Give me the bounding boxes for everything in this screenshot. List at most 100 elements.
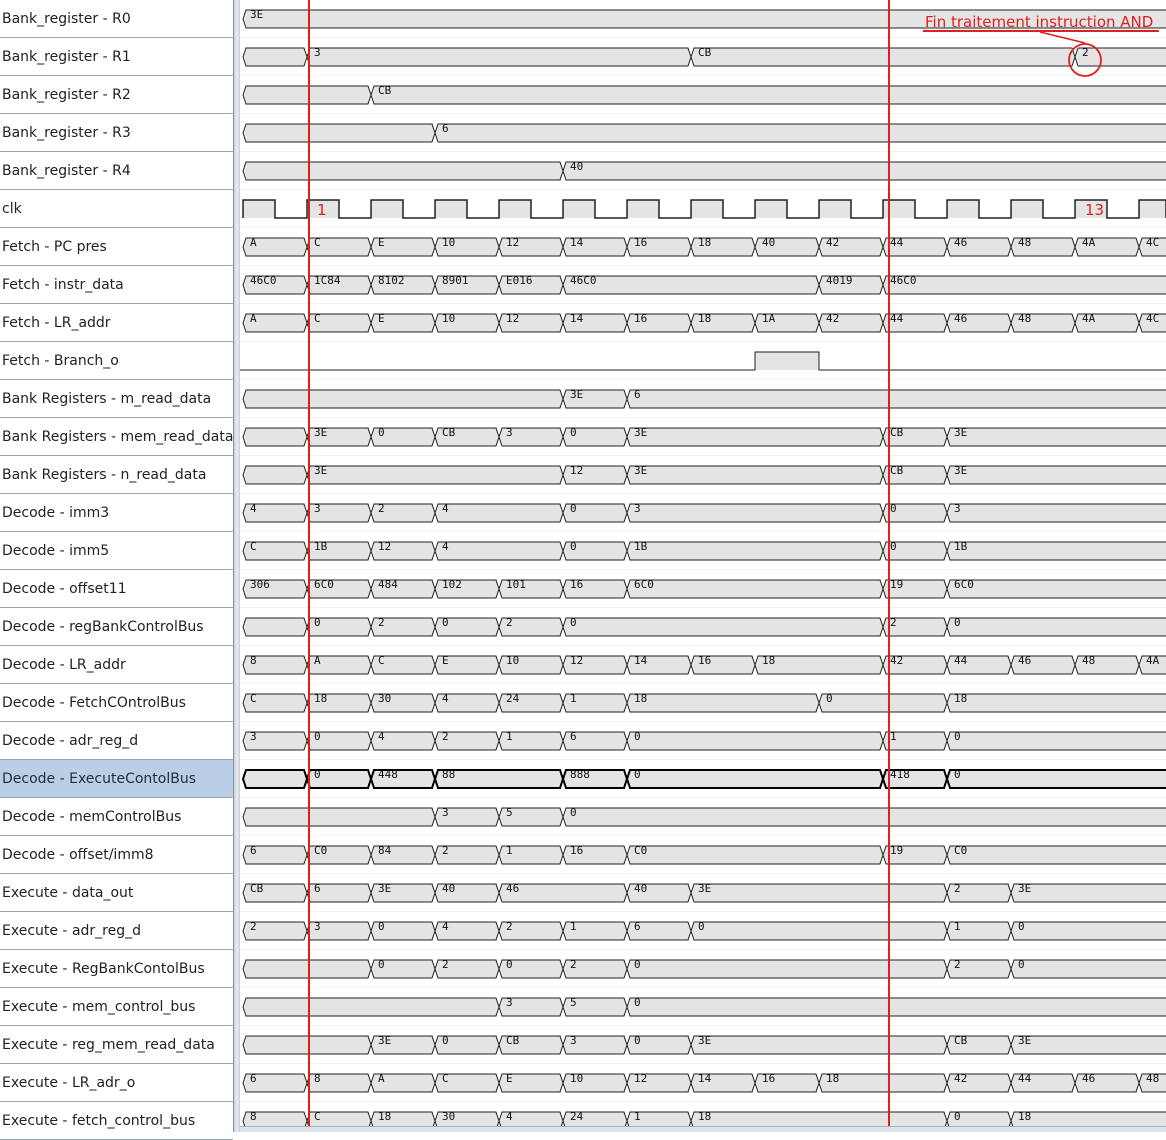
bus-value: CB <box>698 46 712 59</box>
bus-value: 3 <box>506 426 513 439</box>
signal-name[interactable]: Decode - offset11 <box>0 570 233 608</box>
waveform: 0 2 0 2 0 2 0 <box>242 616 1166 637</box>
signal-name[interactable]: Execute - mem_control_bus <box>0 988 233 1026</box>
signal-name[interactable]: Fetch - PC pres <box>0 228 233 266</box>
waveform <box>240 351 1166 371</box>
bus-segment <box>626 389 1166 409</box>
bus-value: 1 <box>570 692 577 705</box>
bus-value: 4 <box>442 502 449 515</box>
bus-value: 3E <box>634 464 647 477</box>
bus-value: 10 <box>442 236 455 249</box>
signal-name[interactable]: Decode - FetchCOntrolBus <box>0 684 233 722</box>
bus-value: 0 <box>506 958 513 971</box>
signal-name[interactable]: Fetch - Branch_o <box>0 342 233 380</box>
bus-value: A <box>314 654 321 667</box>
bus-value: 3 <box>506 996 513 1009</box>
signal-name[interactable]: Fetch - instr_data <box>0 266 233 304</box>
signal-name[interactable]: Decode - adr_reg_d <box>0 722 233 760</box>
waveform: 40 <box>242 160 1166 181</box>
signal-name[interactable]: Fetch - LR_addr <box>0 304 233 342</box>
bus-value: 4A <box>1082 312 1096 325</box>
bus-value: E <box>506 1072 513 1085</box>
signal-name[interactable]: Decode - offset/imm8 <box>0 836 233 874</box>
bus-segment <box>626 959 948 979</box>
signal-name[interactable]: Bank_register - R0 <box>0 0 233 38</box>
bus-value: 0 <box>314 616 321 629</box>
bus-value: 18 <box>698 1110 711 1123</box>
bus-value: 48 <box>1082 654 1095 667</box>
signal-name[interactable]: Bank Registers - mem_read_data <box>0 418 233 456</box>
bus-value: 0 <box>570 806 577 819</box>
bus-value: 4C <box>1146 236 1159 249</box>
bus-value: 3E <box>954 426 967 439</box>
bus-value: 6 <box>250 1072 257 1085</box>
waveform: 3E 0 CB 3 0 3E CB 3E <box>242 1034 1166 1055</box>
signal-name[interactable]: Bank_register - R3 <box>0 114 233 152</box>
bus-value: 4 <box>506 1110 513 1123</box>
waveform-view: 3E3 CB 2CB6401 13A C E 10 12 14 16 18 40 42 44 46 48 4A 4… <box>240 0 1166 1126</box>
bus-segment <box>1074 47 1166 67</box>
bus-segment <box>434 541 564 561</box>
signal-name[interactable]: Execute - adr_reg_d <box>0 912 233 950</box>
signal-name[interactable]: Execute - RegBankContolBus <box>0 950 233 988</box>
bus-value: 2 <box>506 616 513 629</box>
cycle-label: 1 <box>317 201 327 219</box>
clock-high-phase <box>691 200 723 218</box>
bus-value: 0 <box>634 768 641 781</box>
signal-name[interactable]: Bank_register - R4 <box>0 152 233 190</box>
waveform: 3 5 0 <box>242 806 1166 827</box>
bus-value: 0 <box>954 1110 961 1123</box>
bit-high-phase <box>755 352 819 370</box>
signal-name[interactable]: Decode - memControlBus <box>0 798 233 836</box>
bus-value: 4A <box>1082 236 1096 249</box>
bus-value: 0 <box>314 730 321 743</box>
signal-name[interactable]: Bank Registers - m_read_data <box>0 380 233 418</box>
signal-name[interactable]: Decode - imm5 <box>0 532 233 570</box>
bus-segment <box>690 1111 948 1126</box>
bus-value: 0 <box>314 768 321 781</box>
bus-value: 3E <box>698 882 711 895</box>
bus-value: 3 <box>634 502 641 515</box>
bus-value: 24 <box>570 1110 584 1123</box>
bus-value: 6 <box>314 882 321 895</box>
bus-segment <box>626 579 884 599</box>
signal-name[interactable]: Execute - reg_mem_read_data <box>0 1026 233 1064</box>
bus-value: 2 <box>570 958 577 971</box>
bus-value: 5 <box>570 996 577 1009</box>
bus-segment <box>434 123 1166 143</box>
bus-value: 2 <box>378 502 385 515</box>
bus-value: 10 <box>506 654 519 667</box>
bus-value: 0 <box>378 958 385 971</box>
bus-value: 1B <box>634 540 648 553</box>
signal-name[interactable]: Execute - data_out <box>0 874 233 912</box>
bus-value: 42 <box>890 654 903 667</box>
bus-value: C <box>314 312 321 325</box>
waveform: 46C0 1C84 8102 8901 E016 46C0 4019 46C0 <box>242 274 1166 295</box>
bus-value: 18 <box>1018 1110 1031 1123</box>
signal-name[interactable]: Bank Registers - n_read_data <box>0 456 233 494</box>
bus-value: 46C0 <box>250 274 277 287</box>
bus-segment <box>946 617 1166 637</box>
waveform: C 1B 12 4 0 1B 0 1B <box>242 540 1166 561</box>
bus-value: 1B <box>954 540 968 553</box>
bus-value: 1B <box>314 540 328 553</box>
signal-name[interactable]: Decode - ExecuteContolBus <box>0 760 233 798</box>
signal-name[interactable]: Bank_register - R1 <box>0 38 233 76</box>
bus-value: 0 <box>570 540 577 553</box>
horizontal-scrollbar[interactable] <box>240 1126 1166 1132</box>
signal-name[interactable]: Decode - LR_addr <box>0 646 233 684</box>
bus-value: 2 <box>1082 46 1089 59</box>
panel-splitter[interactable] <box>233 0 240 1132</box>
signal-name[interactable]: Bank_register - R2 <box>0 76 233 114</box>
bus-value: 2 <box>954 958 961 971</box>
bus-value: 484 <box>378 578 398 591</box>
bus-segment <box>946 579 1166 599</box>
signal-name[interactable]: Decode - imm3 <box>0 494 233 532</box>
bus-segment <box>242 123 436 143</box>
bus-value: 1 <box>506 730 513 743</box>
signal-name[interactable]: Execute - fetch_control_bus <box>0 1102 233 1140</box>
signal-name[interactable]: clk <box>0 190 233 228</box>
signal-name[interactable]: Execute - LR_adr_o <box>0 1064 233 1102</box>
signal-name[interactable]: Decode - regBankControlBus <box>0 608 233 646</box>
bus-value: 18 <box>698 312 711 325</box>
